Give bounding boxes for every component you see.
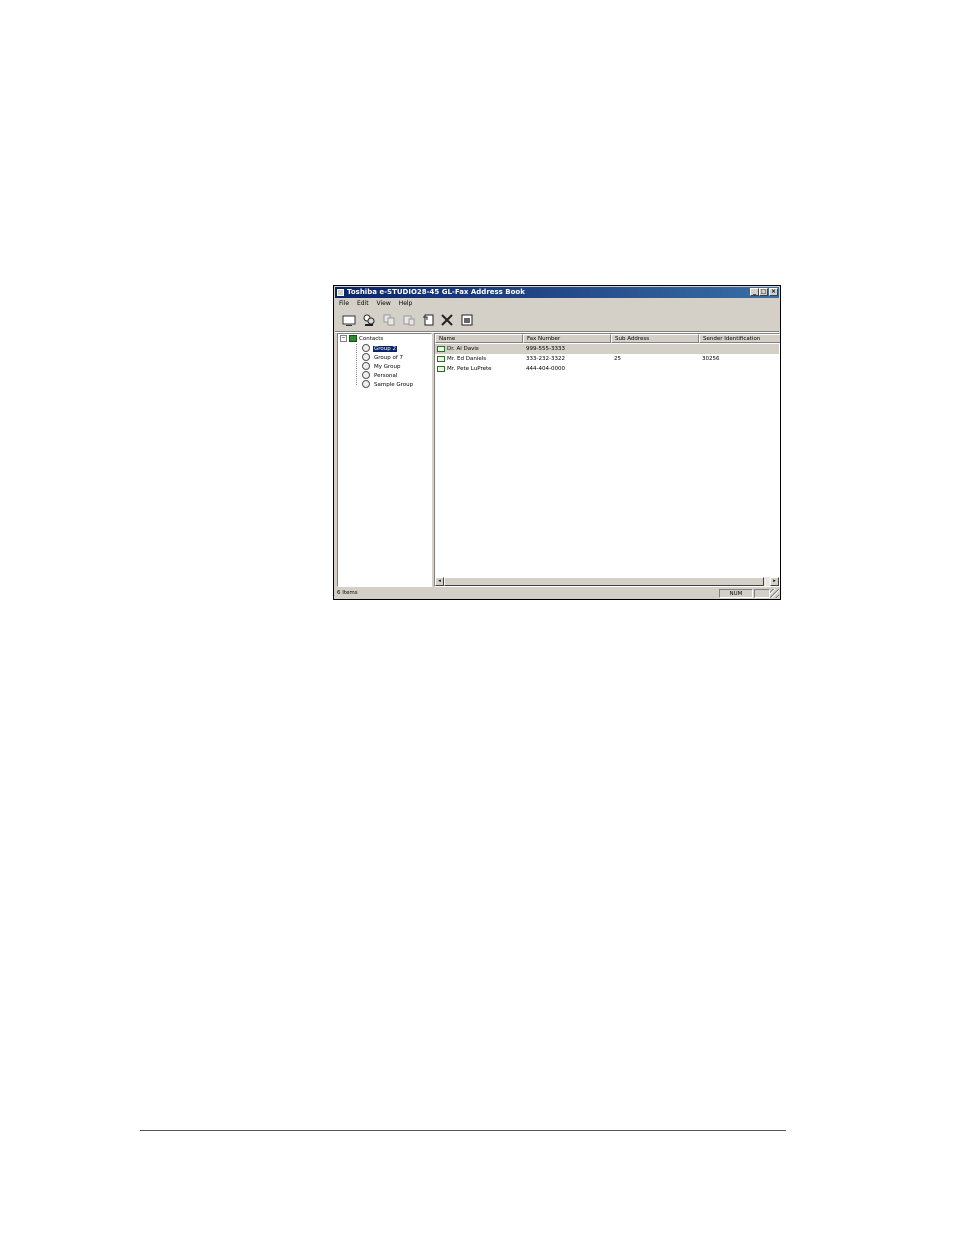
contact-list[interactable]: Name Fax Number Sub Address Sender Ident… bbox=[434, 333, 780, 587]
status-num: NUM bbox=[719, 589, 753, 598]
cell-name: Mr. Ed Daniels bbox=[447, 356, 487, 362]
menu-help[interactable]: Help bbox=[399, 299, 413, 308]
new-group-icon[interactable] bbox=[362, 312, 376, 326]
tree-connector bbox=[356, 344, 357, 385]
scroll-right-icon[interactable]: ▸ bbox=[770, 577, 779, 586]
import-icon[interactable] bbox=[460, 312, 474, 326]
tree-item-sample-group[interactable]: Sample Group bbox=[362, 380, 414, 389]
list-row[interactable]: Mr. Ed Daniels 333-232-3322 25 30256 bbox=[435, 354, 779, 364]
tree-root-label: Contacts bbox=[359, 336, 384, 342]
tree-root-contacts[interactable]: − Contacts bbox=[340, 335, 383, 344]
tree-item-label: Personal bbox=[374, 372, 398, 379]
cell-sub-address: 25 bbox=[614, 356, 621, 362]
list-row[interactable]: Mr. Pete LuPrete 444-404-0000 bbox=[435, 364, 779, 374]
address-book-icon bbox=[349, 335, 357, 342]
group-tree[interactable]: − Contacts Group 2 Group of 7 My Group Pe… bbox=[337, 333, 432, 587]
menu-edit[interactable]: Edit bbox=[357, 299, 369, 308]
menu-file[interactable]: File bbox=[339, 299, 349, 308]
menu-view[interactable]: View bbox=[377, 299, 391, 308]
cell-name: Mr. Pete LuPrete bbox=[447, 366, 492, 372]
cell-fax: 333-232-3322 bbox=[526, 356, 565, 362]
column-header-name[interactable]: Name bbox=[435, 334, 523, 343]
address-book-window: Toshiba e-STUDIO28-45 GL-Fax Address Boo… bbox=[333, 285, 781, 600]
collapse-icon[interactable]: − bbox=[340, 335, 347, 342]
tree-item-group-2[interactable]: Group 2 bbox=[362, 344, 397, 353]
new-contact-icon[interactable] bbox=[342, 312, 356, 326]
group-icon bbox=[362, 371, 370, 379]
tree-item-my-group[interactable]: My Group bbox=[362, 362, 402, 371]
minimize-button[interactable]: _ bbox=[750, 288, 759, 296]
tree-item-label: Group of 7 bbox=[374, 354, 404, 361]
properties-icon[interactable] bbox=[422, 312, 436, 326]
column-header-fax-number[interactable]: Fax Number bbox=[523, 334, 611, 343]
tree-item-label: Group 2 bbox=[373, 345, 397, 352]
cell-fax: 444-404-0000 bbox=[526, 366, 565, 372]
column-header-sub-address[interactable]: Sub Address bbox=[611, 334, 699, 343]
footer-rule bbox=[140, 1130, 786, 1131]
horizontal-scrollbar[interactable]: ◂ ▸ bbox=[435, 577, 779, 586]
scroll-left-icon[interactable]: ◂ bbox=[435, 577, 444, 586]
status-item-count: 6 Items bbox=[337, 590, 358, 596]
tree-item-personal[interactable]: Personal bbox=[362, 371, 398, 380]
contact-icon bbox=[437, 366, 445, 372]
contact-icon bbox=[437, 356, 445, 362]
close-button[interactable]: × bbox=[769, 288, 778, 296]
tree-item-label: Sample Group bbox=[374, 381, 414, 388]
cell-sender-id: 30256 bbox=[702, 356, 720, 362]
menu-bar: File Edit View Help bbox=[336, 299, 415, 308]
group-icon bbox=[362, 344, 370, 352]
delete-icon[interactable] bbox=[440, 312, 454, 326]
group-icon bbox=[362, 362, 370, 370]
status-bar: 6 Items NUM bbox=[335, 589, 779, 598]
group-icon bbox=[362, 380, 370, 388]
window-title: Toshiba e-STUDIO28-45 GL-Fax Address Boo… bbox=[347, 288, 525, 296]
list-row[interactable]: Dr. Al Davis 999-555-3333 bbox=[435, 344, 779, 354]
scroll-thumb[interactable] bbox=[444, 577, 764, 586]
cell-name: Dr. Al Davis bbox=[447, 346, 479, 352]
maximize-button[interactable]: □ bbox=[759, 288, 768, 296]
cell-fax: 999-555-3333 bbox=[526, 346, 565, 352]
copy-icon[interactable] bbox=[382, 312, 396, 326]
group-icon bbox=[362, 353, 370, 361]
contact-icon bbox=[437, 346, 445, 352]
paste-icon[interactable] bbox=[402, 312, 416, 326]
status-panel-empty bbox=[754, 589, 770, 598]
tree-item-label: My Group bbox=[374, 363, 401, 370]
app-icon bbox=[337, 289, 344, 296]
resize-grip-icon[interactable] bbox=[770, 589, 779, 598]
column-header-sender-identification[interactable]: Sender Identification bbox=[699, 334, 780, 343]
tree-item-group-of-7[interactable]: Group of 7 bbox=[362, 353, 404, 362]
title-bar[interactable]: Toshiba e-STUDIO28-45 GL-Fax Address Boo… bbox=[335, 287, 779, 298]
